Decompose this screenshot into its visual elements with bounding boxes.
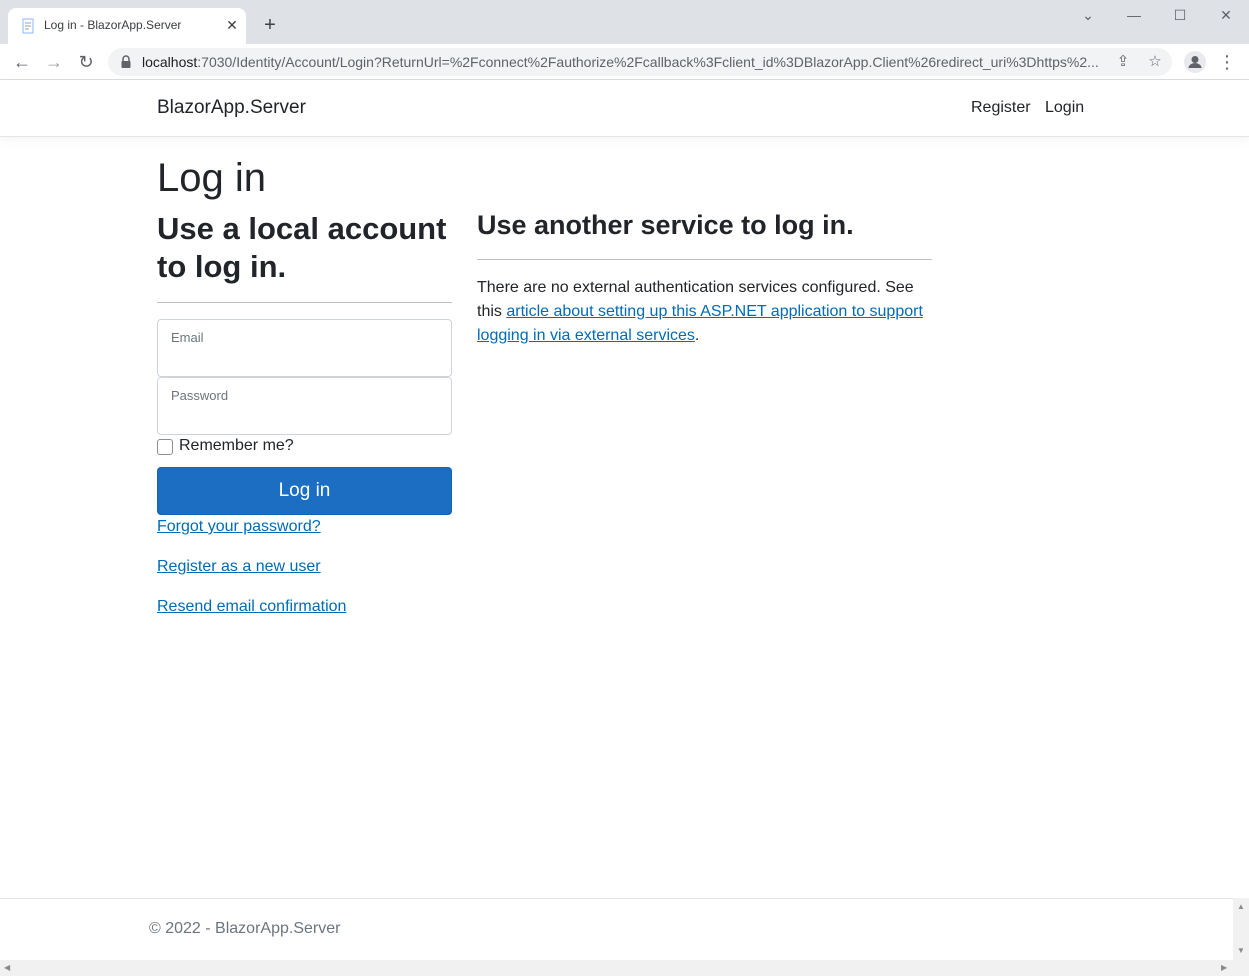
site-footer: © 2022 - BlazorApp.Server [0, 898, 1233, 960]
nav-login-link[interactable]: Login [1045, 99, 1084, 117]
maximize-icon[interactable]: ☐ [1165, 4, 1195, 26]
remember-me-checkbox[interactable] [157, 439, 173, 455]
url-path: :7030/Identity/Account/Login?ReturnUrl=%… [197, 54, 1099, 70]
password-input[interactable] [170, 406, 440, 428]
browser-menu-icon[interactable]: ⋮ [1218, 51, 1236, 73]
footer-copyright: © 2022 - BlazorApp.Server [149, 920, 341, 937]
password-label: Password [171, 388, 229, 403]
browser-tab[interactable]: Log in - BlazorApp.Server ✕ [8, 8, 246, 44]
tab-title: Log in - BlazorApp.Server [44, 18, 182, 32]
register-new-user-link[interactable]: Register as a new user [157, 558, 321, 576]
site-navbar: BlazorApp.Server Register Login [0, 80, 1249, 137]
lock-icon [121, 55, 131, 68]
new-tab-icon[interactable]: + [258, 14, 282, 38]
info-text-after: . [694, 327, 700, 344]
local-account-heading: Use a local account to log in. [157, 211, 447, 284]
close-window-icon[interactable]: ✕ [1211, 4, 1241, 26]
login-button[interactable]: Log in [157, 467, 452, 515]
minimize-icon[interactable]: — [1119, 4, 1149, 26]
email-input[interactable] [170, 348, 440, 370]
page-title: Log in [157, 156, 266, 200]
browser-tab-bar: Log in - BlazorApp.Server ✕ + ⌄ — ☐ ✕ [0, 0, 1249, 44]
forward-icon[interactable]: → [43, 51, 65, 73]
url-host: localhost [142, 54, 198, 70]
page-icon [22, 18, 34, 34]
address-bar[interactable]: localhost:7030/Identity/Account/Login?Re… [108, 48, 1172, 76]
external-divider [477, 259, 932, 260]
external-service-heading: Use another service to log in. [477, 210, 854, 240]
reload-icon[interactable]: ↻ [75, 51, 97, 73]
password-field[interactable]: Password [157, 377, 452, 435]
email-label: Email [171, 330, 204, 345]
bookmark-star-icon[interactable]: ☆ [1146, 53, 1164, 71]
vertical-scrollbar[interactable]: ▲ ▼ [1233, 898, 1249, 960]
scroll-down-icon[interactable]: ▼ [1237, 946, 1245, 955]
browser-toolbar: ← → ↻ localhost:7030/Identity/Account/Lo… [0, 44, 1249, 80]
external-info-text: There are no external authentication ser… [477, 276, 937, 348]
tab-search-icon[interactable]: ⌄ [1073, 4, 1103, 26]
close-tab-icon[interactable]: ✕ [224, 17, 240, 33]
remember-me-label[interactable]: Remember me? [179, 437, 294, 455]
external-auth-article-link[interactable]: article about setting up this ASP.NET ap… [477, 303, 923, 344]
share-icon[interactable]: ⇪ [1114, 53, 1132, 71]
back-icon[interactable]: ← [11, 51, 33, 73]
scroll-left-icon[interactable]: ◀ [4, 963, 10, 972]
profile-avatar-icon[interactable] [1184, 51, 1206, 73]
brand-link[interactable]: BlazorApp.Server [157, 97, 306, 119]
email-field[interactable]: Email [157, 319, 452, 377]
url-text: localhost:7030/Identity/Account/Login?Re… [142, 54, 1102, 70]
scroll-right-icon[interactable]: ▶ [1221, 963, 1227, 972]
local-divider [157, 302, 452, 303]
resend-confirmation-link[interactable]: Resend email confirmation [157, 598, 346, 616]
nav-register-link[interactable]: Register [971, 99, 1031, 117]
horizontal-scrollbar[interactable]: ◀ ▶ [0, 960, 1249, 976]
forgot-password-link[interactable]: Forgot your password? [157, 518, 321, 536]
scroll-up-icon[interactable]: ▲ [1237, 902, 1245, 911]
